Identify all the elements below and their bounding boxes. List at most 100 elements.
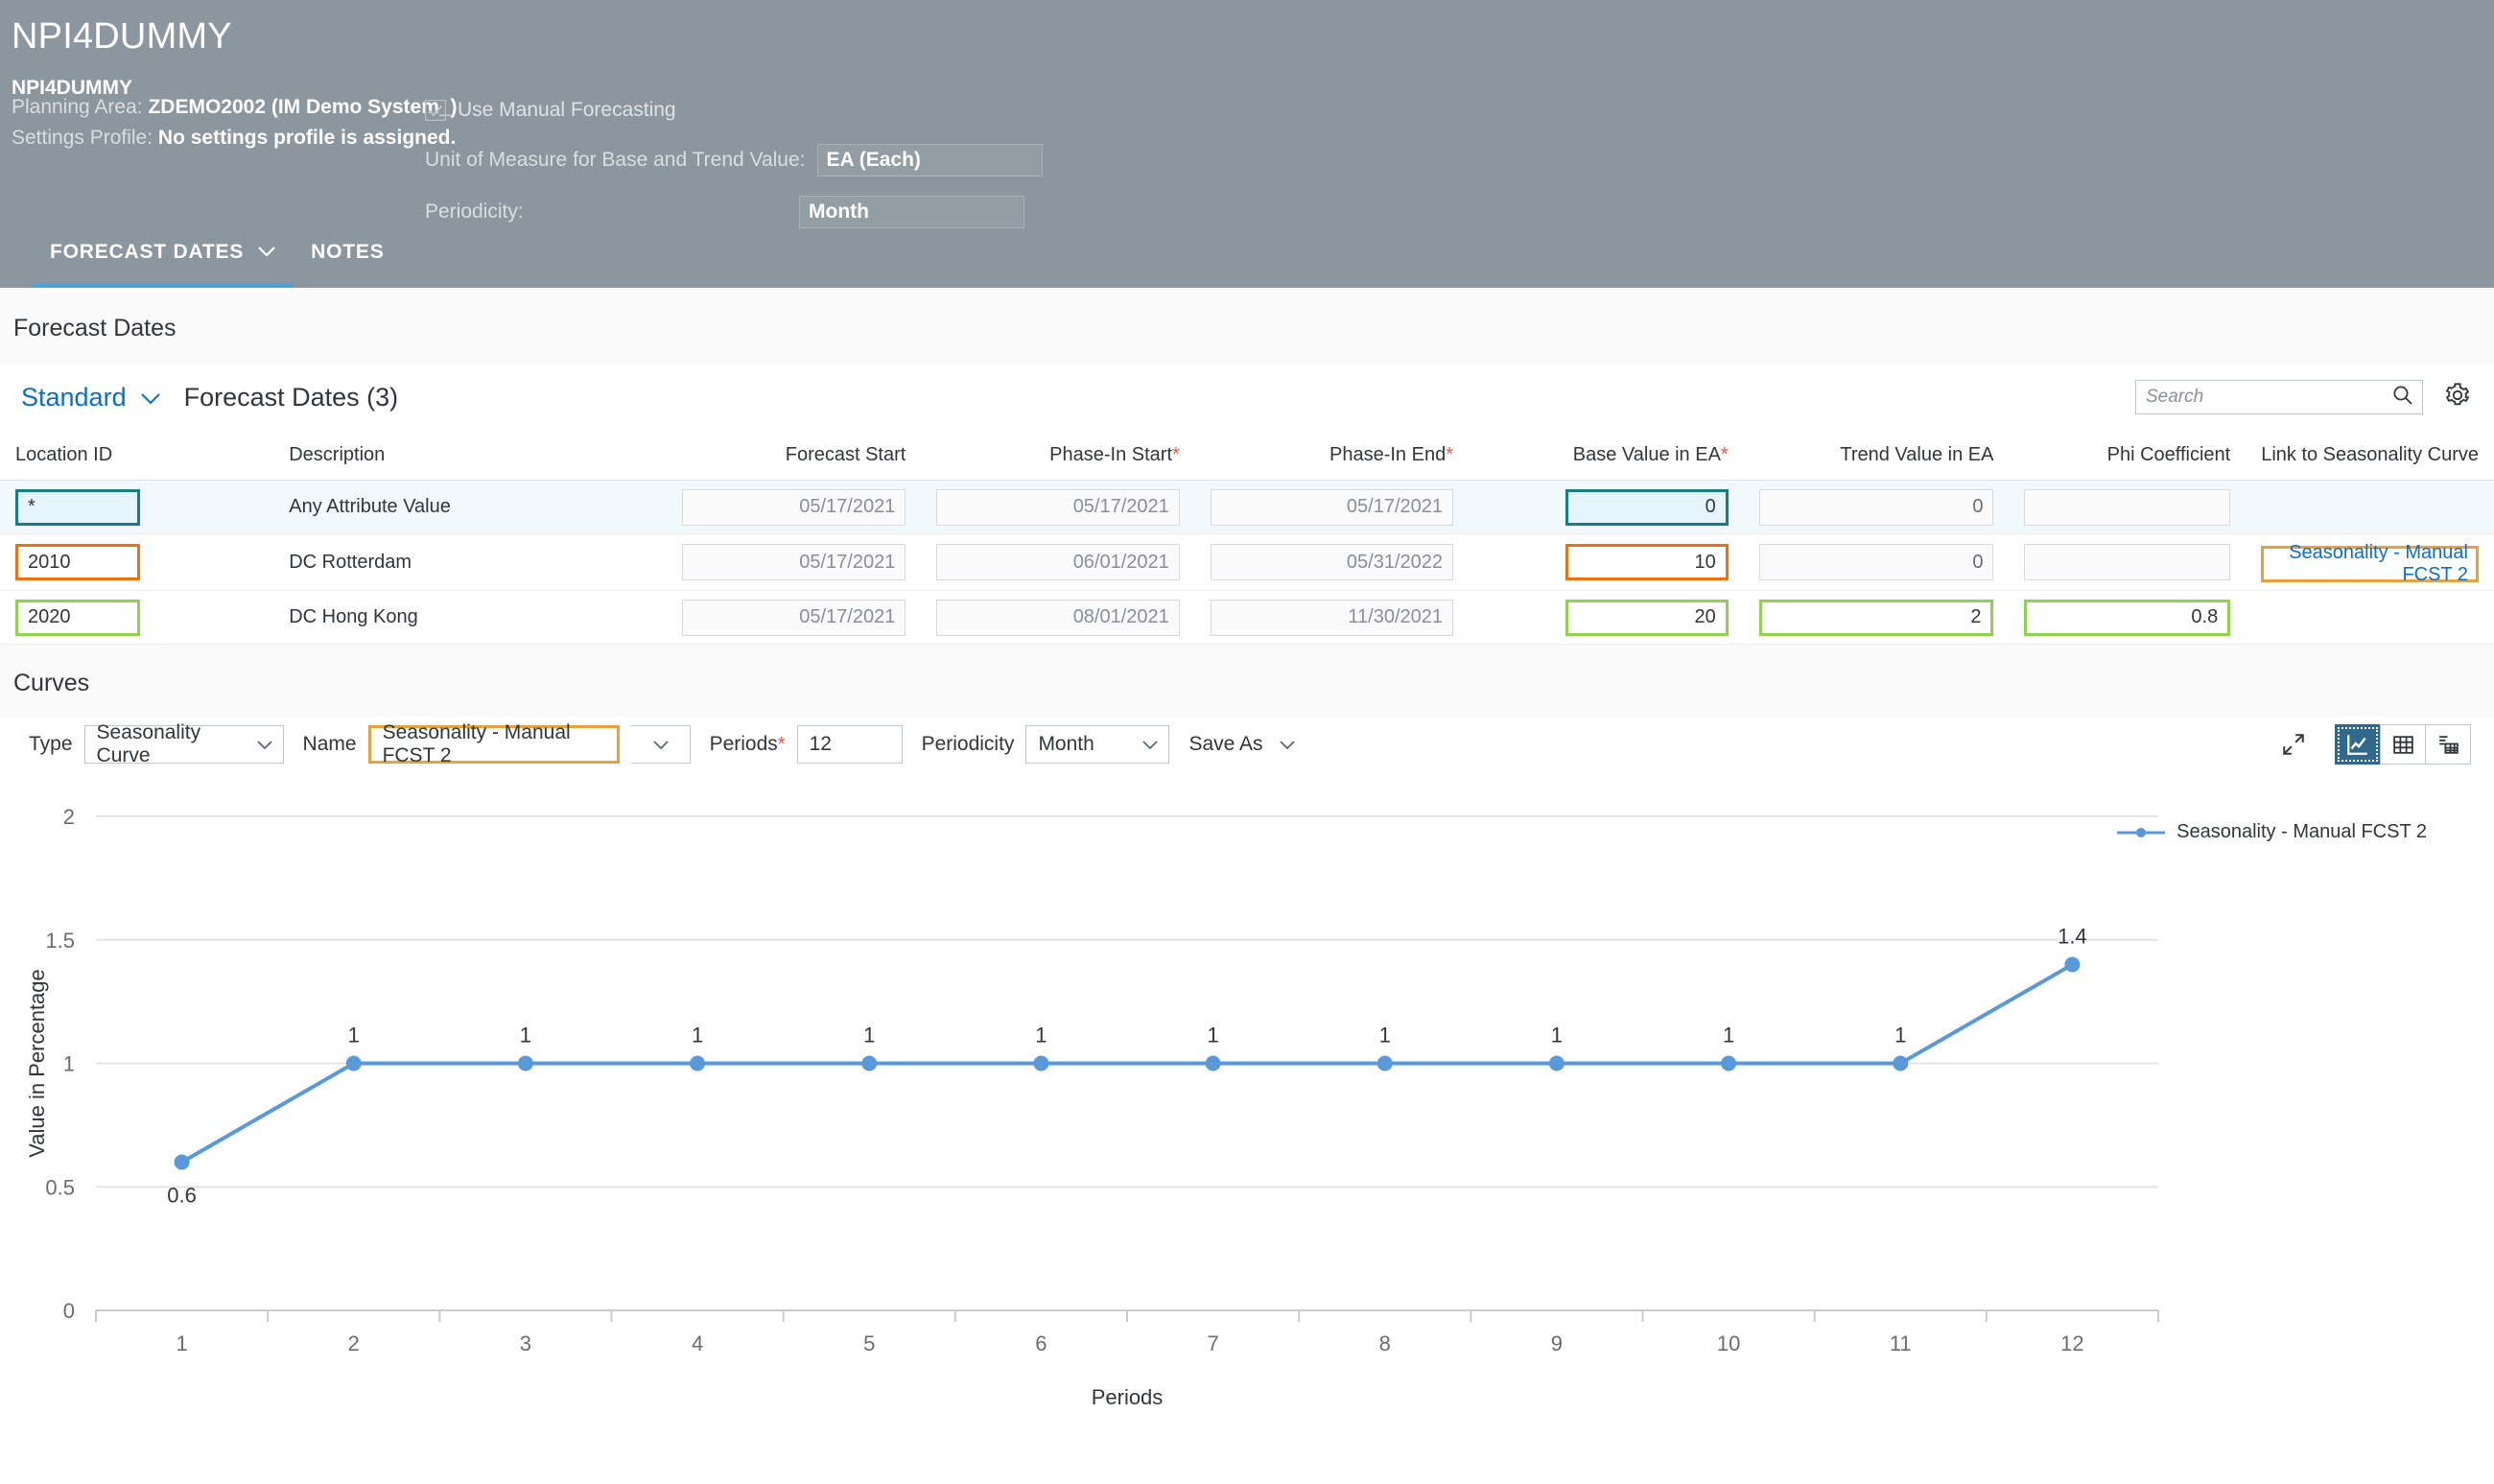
cell-phase-in-start[interactable]: 06/01/2021 — [921, 534, 1194, 591]
chart-data-point[interactable] — [861, 1056, 877, 1072]
col-link-seasonality[interactable]: Link to Seasonality Curve — [2246, 433, 2494, 481]
chart-data-point[interactable] — [346, 1056, 362, 1072]
use-manual-forecasting-row[interactable]: Use Manual Forecasting — [425, 96, 1043, 125]
cell-phi[interactable] — [2009, 481, 2246, 534]
line-chart-icon[interactable] — [2335, 724, 2381, 765]
name-dropdown-button[interactable] — [631, 725, 691, 764]
curves-toolbar: Type Seasonality Curve Name Seasonality … — [0, 717, 2494, 778]
col-trend-value[interactable]: Trend Value in EA — [1744, 433, 2010, 481]
col-forecast-start[interactable]: Forecast Start — [667, 433, 922, 481]
chart-legend[interactable]: Seasonality - Manual FCST 2 — [2117, 821, 2427, 843]
chart-data-point[interactable] — [1033, 1056, 1048, 1072]
forecast-start-input[interactable]: 05/17/2021 — [682, 489, 906, 526]
phi-input[interactable] — [2024, 489, 2230, 526]
curve-periodicity-select[interactable]: Month — [1025, 725, 1169, 764]
fullscreen-icon[interactable] — [2272, 724, 2315, 765]
type-select[interactable]: Seasonality Curve — [84, 725, 284, 764]
cell-base-value[interactable]: 20 — [1469, 591, 1744, 645]
col-location-id[interactable]: Location ID — [0, 433, 273, 481]
table-row[interactable]: *Any Attribute Value05/17/202105/17/2021… — [0, 481, 2494, 534]
col-phase-in-start[interactable]: Phase-In Start* — [921, 433, 1194, 481]
chart-data-point[interactable] — [1206, 1056, 1221, 1072]
col-base-value[interactable]: Base Value in EA* — [1469, 433, 1744, 481]
cell-phi[interactable]: 0.8 — [2009, 591, 2246, 645]
chart-data-point[interactable] — [1721, 1056, 1736, 1072]
cell-base-value[interactable]: 10 — [1469, 534, 1744, 591]
location-id-input[interactable]: 2020 — [15, 600, 140, 636]
phase-in-start-input[interactable]: 08/01/2021 — [936, 600, 1179, 636]
chevron-down-icon[interactable] — [256, 733, 273, 756]
chart-data-point[interactable] — [1893, 1056, 1908, 1072]
forecast-start-input[interactable]: 05/17/2021 — [682, 544, 906, 580]
seasonality-curve-link[interactable]: Seasonality - Manual FCST 2 — [2261, 546, 2479, 582]
cell-forecast-start[interactable]: 05/17/2021 — [667, 481, 922, 534]
cell-phase-in-start[interactable]: 08/01/2021 — [921, 591, 1194, 645]
base-value-input[interactable]: 10 — [1565, 544, 1729, 580]
cell-phase-in-end[interactable]: 05/17/2021 — [1195, 481, 1469, 534]
search-icon[interactable] — [2391, 384, 2414, 412]
col-description[interactable]: Description — [273, 433, 666, 481]
chevron-down-icon[interactable] — [652, 733, 670, 756]
phase-in-start-input[interactable]: 05/17/2021 — [936, 489, 1179, 526]
cell-trend-value[interactable]: 0 — [1744, 481, 2010, 534]
trend-value-input[interactable]: 2 — [1759, 600, 1994, 636]
trend-value-input[interactable]: 0 — [1759, 489, 1994, 526]
cell-phase-in-start[interactable]: 05/17/2021 — [921, 481, 1194, 534]
tab-notes[interactable]: NOTES — [294, 228, 401, 288]
tab-forecast-dates[interactable]: FORECAST DATES — [33, 228, 294, 288]
phase-in-end-input[interactable]: 05/31/2022 — [1211, 544, 1453, 580]
table-row[interactable]: 2020DC Hong Kong05/17/202108/01/202111/3… — [0, 591, 2494, 645]
cell-forecast-start[interactable]: 05/17/2021 — [667, 534, 922, 591]
cell-location-id[interactable]: 2020 — [0, 591, 273, 645]
phi-input[interactable]: 0.8 — [2024, 600, 2230, 636]
gear-icon[interactable] — [2444, 382, 2471, 413]
checkbox-icon[interactable] — [425, 100, 446, 121]
save-as-button[interactable]: Save As — [1188, 733, 1295, 756]
table-grid-icon[interactable] — [2380, 724, 2426, 765]
base-value-input[interactable]: 0 — [1565, 489, 1729, 526]
cell-seasonality-link[interactable] — [2246, 591, 2494, 645]
cell-seasonality-link[interactable] — [2246, 481, 2494, 534]
location-id-input[interactable]: 2010 — [15, 544, 140, 580]
periodicity-value[interactable]: Month — [799, 196, 1024, 228]
phase-in-end-input[interactable]: 05/17/2021 — [1211, 489, 1453, 526]
col-phase-in-end[interactable]: Phase-In End* — [1195, 433, 1469, 481]
pivot-table-icon[interactable] — [2425, 724, 2471, 765]
name-input[interactable]: Seasonality - Manual FCST 2 — [368, 725, 620, 764]
phase-in-end-input[interactable]: 11/30/2021 — [1211, 600, 1453, 636]
chart-data-point[interactable] — [1549, 1056, 1565, 1072]
phi-input[interactable] — [2024, 544, 2230, 580]
search-box[interactable] — [2135, 380, 2423, 414]
chart-data-point[interactable] — [1377, 1056, 1393, 1072]
col-phi-coefficient[interactable]: Phi Coefficient — [2009, 433, 2246, 481]
location-id-input[interactable]: * — [15, 489, 140, 526]
phase-in-start-input[interactable]: 06/01/2021 — [936, 544, 1179, 580]
cell-trend-value[interactable]: 0 — [1744, 534, 2010, 591]
cell-phase-in-end[interactable]: 11/30/2021 — [1195, 591, 1469, 645]
uom-value[interactable]: EA (Each) — [817, 144, 1043, 177]
forecast-start-input[interactable]: 05/17/2021 — [682, 600, 906, 636]
cell-phi[interactable] — [2009, 534, 2246, 591]
chart-data-point[interactable] — [175, 1155, 190, 1170]
cell-seasonality-link[interactable]: Seasonality - Manual FCST 2 — [2246, 534, 2494, 591]
chevron-down-icon[interactable] — [1141, 733, 1159, 756]
cell-location-id[interactable]: * — [0, 481, 273, 534]
search-input[interactable] — [2146, 387, 2391, 408]
cell-location-id[interactable]: 2010 — [0, 534, 273, 591]
cell-phase-in-end[interactable]: 05/31/2022 — [1195, 534, 1469, 591]
trend-value-input[interactable]: 0 — [1759, 544, 1994, 580]
periods-input[interactable]: 12 — [797, 725, 903, 764]
chevron-down-icon[interactable] — [257, 241, 276, 264]
base-value-input[interactable]: 20 — [1565, 600, 1729, 636]
cell-forecast-start[interactable]: 05/17/2021 — [667, 591, 922, 645]
cell-base-value[interactable]: 0 — [1469, 481, 1744, 534]
chevron-down-icon[interactable] — [1279, 733, 1296, 756]
table-row[interactable]: 2010DC Rotterdam05/17/202106/01/202105/3… — [0, 534, 2494, 591]
chart-data-point[interactable] — [518, 1056, 533, 1072]
cell-trend-value[interactable]: 2 — [1744, 591, 2010, 645]
chart-data-point[interactable] — [690, 1056, 705, 1072]
chart-data-point[interactable] — [2064, 957, 2080, 973]
variant-selector[interactable]: Standard — [21, 383, 161, 412]
seasonality-chart[interactable]: 00.511.52Value in Percentage123456789101… — [0, 778, 2494, 1440]
chevron-down-icon[interactable] — [140, 383, 161, 412]
